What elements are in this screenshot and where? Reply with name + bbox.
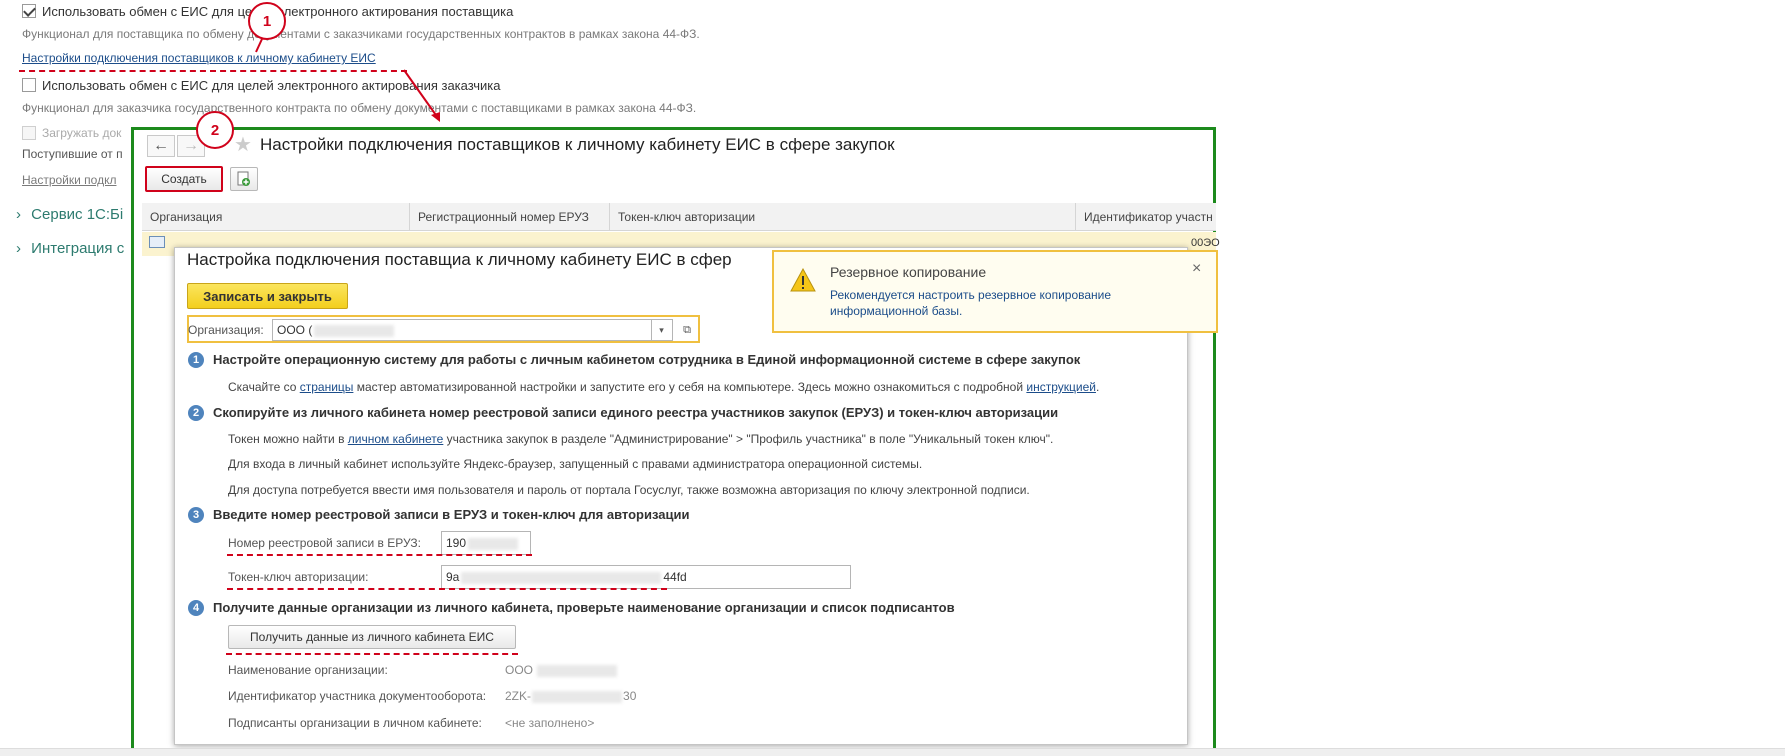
backup-notification[interactable]: Резервное копирование Рекомендуется наст… [772,250,1218,333]
token-label: Токен-ключ авторизации: [228,570,369,584]
step-1-number: 1 [188,352,204,368]
highlight-underline-token [227,588,667,590]
column-eruz[interactable]: Регистрационный номер ЕРУЗ [410,203,610,231]
step-2-line-3: Для доступа потребуется ввести имя польз… [228,483,1030,497]
eruz-field[interactable]: 190 [441,531,531,555]
row-icon [149,236,165,248]
document-add-icon [237,171,250,186]
step-2-line-1: Токен можно найти в личном кабинете учас… [228,432,1053,446]
get-data-button[interactable]: Получить данные из личного кабинета ЕИС [228,625,516,649]
step-2-line-2: Для входа в личный кабинет используйте Я… [228,457,923,471]
notification-text-1[interactable]: Рекомендуется настроить резервное копиро… [830,288,1111,302]
column-participant-id[interactable]: Идентификатор участн [1076,203,1216,231]
org-name-value: ООО [505,663,618,677]
org-dropdown-button[interactable]: ▾ [651,319,673,341]
step-4-number: 4 [188,600,204,616]
form-title: Настройка подключения поставщиа к личном… [187,250,732,269]
step-1-text-a: Скачайте со [228,380,300,394]
step-1-text: Скачайте со страницы мастер автоматизиро… [228,380,1099,394]
step-3-number: 3 [188,507,204,523]
highlight-underline-eruz [227,554,532,556]
column-organization[interactable]: Организация [142,203,410,231]
signers-label: Подписанты организации в личном кабинете… [228,716,482,730]
grid-header: Организация Регистрационный номер ЕРУЗ Т… [142,203,1216,231]
step-2-text-a: Токен можно найти в [228,432,348,446]
step-2-text-b: участника закупок в разделе "Администрир… [443,432,1054,446]
org-label: Организация: [188,323,264,337]
token-prefix: 9a [446,570,460,584]
page-link[interactable]: страницы [300,380,354,394]
instruction-link[interactable]: инструкцией [1026,380,1096,394]
edo-value: 2ZK- 30 [505,689,636,703]
bottom-scroll-area [0,748,1785,756]
step-2-number: 2 [188,405,204,421]
org-field[interactable]: ООО ( [272,319,652,341]
org-value: ООО ( [277,323,313,337]
org-name-label: Наименование организации: [228,663,388,677]
arrow-left-icon: ← [153,137,169,154]
step-3-title: Введите номер реестровой записи в ЕРУЗ и… [213,507,690,522]
create-button[interactable]: Создать [145,166,223,192]
eruz-value: 190 [446,536,467,550]
arrow-right-icon: → [183,137,199,154]
edo-suffix: 30 [623,689,637,703]
open-external-icon: ⧉ [683,323,691,336]
open-org-button[interactable]: ⧉ [678,321,696,339]
step-1-text-c: . [1095,380,1100,394]
column-token[interactable]: Токен-ключ авторизации [610,203,1076,231]
notification-text-2[interactable]: информационной базы. [830,304,962,318]
eruz-label: Номер реестровой записи в ЕРУЗ: [228,536,421,550]
step-4-title: Получите данные организации из личного к… [213,600,955,615]
copy-button[interactable] [230,167,258,191]
token-suffix: 44fd [663,570,687,584]
list-window-title: Настройки подключения поставщиков к личн… [260,135,895,154]
edo-label: Идентификатор участника документооборота… [228,689,487,703]
highlight-underline-get-data [226,653,518,655]
warning-icon [790,268,816,292]
notification-close-button[interactable]: × [1192,260,1201,278]
notification-title: Резервное копирование [830,264,987,280]
row-participant-id: 00ЭО [1191,237,1220,249]
star-icon[interactable]: ★ [234,132,252,157]
step-2-title: Скопируйте из личного кабинета номер рее… [213,405,1059,420]
save-and-close-button[interactable]: Записать и закрыть [187,283,348,309]
step-1-title: Настройте операционную систему для работ… [213,352,1081,367]
edo-prefix: 2ZK- [505,689,532,703]
personal-cabinet-link[interactable]: личном кабинете [348,432,444,446]
chevron-down-icon: ▾ [659,324,664,335]
back-button[interactable]: ← [147,135,175,157]
signers-value: <не заполнено> [505,716,595,730]
callout-marker-2: 2 [196,111,234,149]
token-field[interactable]: 9a 44fd [441,565,851,589]
step-1-text-b: мастер автоматизированной настройки и за… [353,380,1027,394]
org-name-text: ООО [505,663,534,677]
